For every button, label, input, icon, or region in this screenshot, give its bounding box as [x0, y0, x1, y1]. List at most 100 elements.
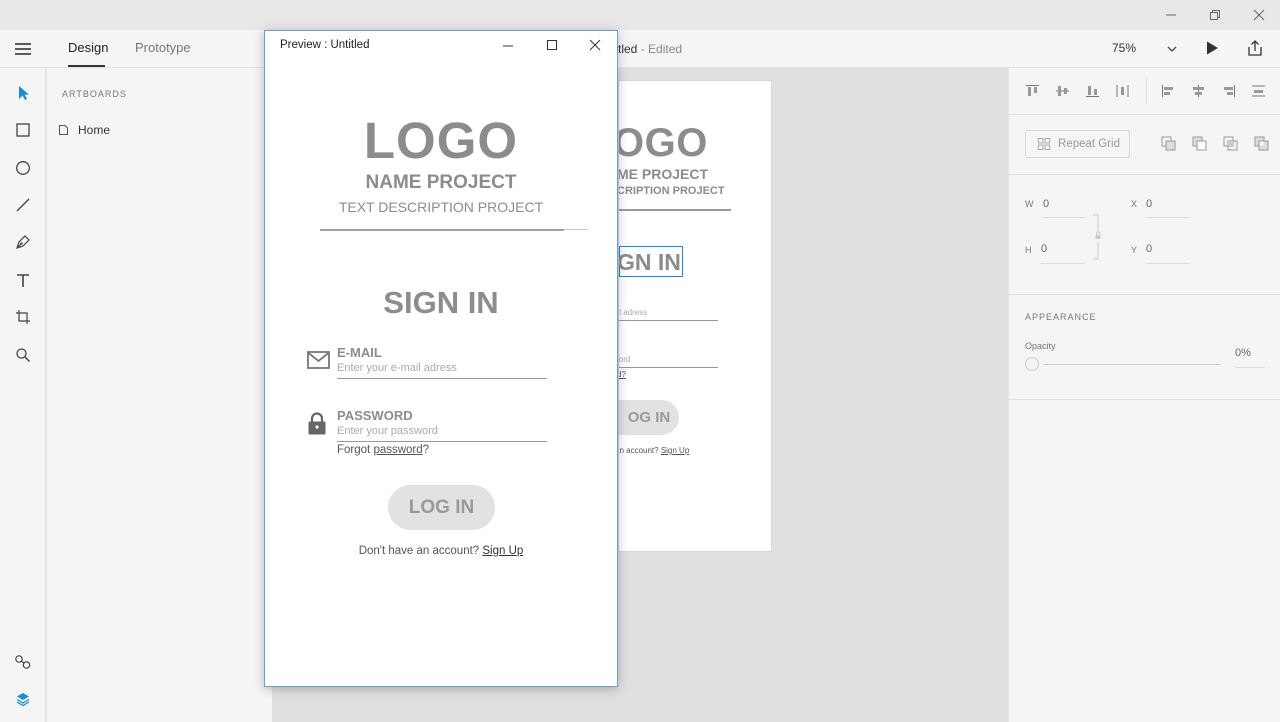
align-center-icon[interactable]	[1191, 84, 1206, 98]
align-top-icon[interactable]	[1025, 84, 1040, 98]
lock-aspect-toggle[interactable]	[1091, 214, 1103, 265]
layer-item-label: Home	[78, 123, 111, 137]
sign-up-link[interactable]: Sign Up	[482, 545, 523, 557]
close-button[interactable]	[1236, 0, 1280, 30]
artboard-sign-up-link: Sign Up	[660, 446, 690, 455]
artboard-signup-line: an account? Sign Up	[619, 446, 690, 455]
artboard-home[interactable]: OGO ME PROJECT CRIPTION PROJECT GN IN ai…	[618, 80, 772, 552]
share-button[interactable]	[1246, 39, 1264, 62]
x-field[interactable]: 0	[1146, 198, 1190, 218]
select-tool[interactable]	[11, 81, 35, 105]
section-divider	[1009, 294, 1280, 295]
artboard-icon	[16, 310, 30, 324]
document-status: - Edited	[637, 42, 683, 56]
layers-button[interactable]	[11, 687, 35, 711]
opacity-field[interactable]: 0%	[1235, 347, 1265, 368]
artboard-divider	[619, 209, 731, 211]
align-vertical-group	[1025, 84, 1130, 98]
repeat-grid-label: Repeat Grid	[1058, 138, 1121, 150]
zoom-dropdown[interactable]: 75%	[1112, 41, 1178, 59]
preview-title: Preview : Untitled	[280, 39, 370, 51]
email-input[interactable]: Enter your e-mail adress	[337, 362, 547, 379]
align-bottom-icon[interactable]	[1085, 84, 1100, 98]
align-right-icon[interactable]	[1221, 84, 1236, 98]
artboard-password-underline	[619, 367, 718, 368]
ellipse-icon	[16, 161, 30, 175]
minimize-icon	[1166, 14, 1176, 16]
exclude-overlap-icon[interactable]	[1254, 136, 1269, 151]
name-project-text: NAME PROJECT	[365, 172, 517, 193]
property-inspector: Repeat Grid W 0 H 0 X 0 Y 0 APPEARANCE O…	[1008, 68, 1280, 722]
rectangle-icon	[16, 123, 30, 137]
artboard-email-underline	[619, 320, 718, 321]
layer-item-home[interactable]: Home	[59, 123, 110, 137]
artboard-email-placeholder: ail adress	[619, 308, 648, 317]
assets-button[interactable]	[11, 650, 35, 674]
document-title: tled - Edited	[618, 42, 682, 56]
forgot-password-link[interactable]: password	[373, 444, 422, 456]
subtract-icon[interactable]	[1192, 136, 1207, 151]
align-middle-icon[interactable]	[1055, 84, 1070, 98]
password-input[interactable]: Enter your password	[337, 425, 547, 442]
pen-tool[interactable]	[11, 230, 35, 254]
assets-icon	[15, 655, 31, 669]
app-toolbar: Design Prototype tled - Edited 75%	[0, 30, 1280, 68]
artboard-description: CRIPTION PROJECT	[618, 185, 725, 197]
tab-design[interactable]: Design	[68, 40, 109, 67]
tab-design-label: Design	[68, 40, 109, 55]
grid-icon	[1038, 138, 1050, 150]
width-field[interactable]: 0	[1043, 198, 1085, 218]
height-field[interactable]: 0	[1041, 243, 1085, 264]
add-union-icon[interactable]	[1161, 136, 1176, 151]
hamburger-menu-button[interactable]	[14, 41, 32, 62]
zoom-tool[interactable]	[11, 343, 35, 367]
distribute-vertical-icon[interactable]	[1251, 84, 1266, 98]
preview-close-button[interactable]	[589, 38, 601, 56]
arrow-pointer-icon	[19, 86, 29, 100]
rectangle-tool[interactable]	[11, 118, 35, 142]
opacity-slider-thumb[interactable]	[1025, 357, 1039, 371]
login-button[interactable]: LOG IN	[388, 485, 495, 530]
email-label: E-MAIL	[337, 345, 382, 360]
preview-maximize-button[interactable]	[546, 38, 558, 56]
preview-titlebar[interactable]: Preview : Untitled	[265, 31, 617, 60]
align-left-icon[interactable]	[1161, 84, 1176, 98]
close-icon	[1253, 9, 1265, 21]
hamburger-icon	[15, 43, 31, 55]
restore-button[interactable]	[1192, 0, 1238, 30]
magnifier-icon	[16, 348, 31, 363]
restore-icon	[1210, 10, 1220, 20]
section-divider	[1009, 114, 1280, 115]
minimize-icon	[503, 45, 513, 47]
x-label: X	[1131, 199, 1138, 209]
height-label: H	[1025, 245, 1032, 255]
opacity-slider[interactable]	[1025, 357, 1221, 371]
preview-minimize-button[interactable]	[502, 39, 514, 57]
password-label: PASSWORD	[337, 408, 413, 423]
distribute-horizontal-icon[interactable]	[1115, 84, 1130, 98]
artboard-login-label: OG IN	[627, 409, 671, 426]
line-tool[interactable]	[11, 193, 35, 217]
ellipse-tool[interactable]	[11, 156, 35, 180]
text-tool[interactable]	[11, 268, 35, 292]
zoom-value: 75%	[1112, 41, 1137, 55]
active-tab-indicator	[68, 65, 105, 67]
header-divider	[320, 229, 564, 231]
layers-panel: ARTBOARDS Home	[47, 68, 272, 722]
tab-prototype[interactable]: Prototype	[135, 40, 191, 55]
appearance-heading: APPEARANCE	[1025, 312, 1097, 322]
no-account-text: Don't have an account?	[358, 545, 483, 557]
y-field[interactable]: 0	[1146, 243, 1190, 264]
play-preview-button[interactable]	[1204, 40, 1220, 61]
minimize-button[interactable]	[1148, 0, 1194, 30]
toolbar-divider	[1146, 78, 1147, 104]
artboard-tool[interactable]	[11, 305, 35, 329]
email-icon	[307, 351, 330, 374]
artboard-forgot: d?	[619, 370, 626, 379]
intersect-icon[interactable]	[1223, 136, 1238, 151]
boolean-ops-group	[1161, 136, 1269, 151]
preview-window: Preview : Untitled LOGO NAME PROJECT TEX…	[264, 30, 618, 687]
close-icon	[589, 39, 601, 51]
repeat-grid-button[interactable]: Repeat Grid	[1025, 130, 1130, 158]
signup-line: Don't have an account? Sign Up	[265, 545, 617, 557]
